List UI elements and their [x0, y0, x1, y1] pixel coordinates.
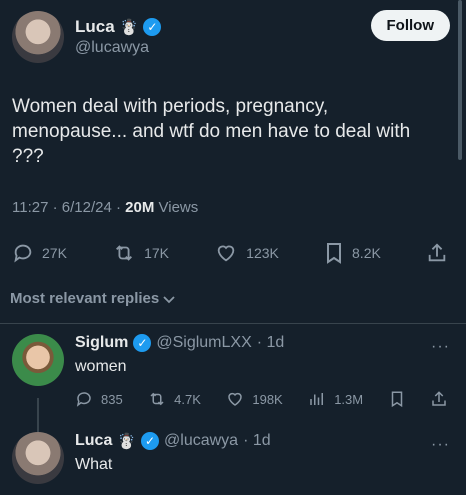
- post-text: Women deal with periods, pregnancy, meno…: [12, 96, 411, 167]
- bookmark-button[interactable]: 8.2K: [324, 241, 381, 265]
- share-button[interactable]: [426, 241, 448, 265]
- post-timestamp[interactable]: 11:27 · 6/12/24 ·: [12, 199, 125, 216]
- like-button[interactable]: 198K: [226, 390, 283, 408]
- post-meta: 11:27 · 6/12/24 · 20M Views: [12, 199, 454, 216]
- bookmark-icon: [324, 241, 344, 265]
- bookmark-button[interactable]: [389, 390, 405, 408]
- repost-button[interactable]: 17K: [112, 242, 169, 264]
- heart-icon: [226, 390, 244, 408]
- share-button[interactable]: [430, 390, 448, 408]
- views-count: 1.3M: [334, 391, 364, 407]
- author-name[interactable]: Luca: [75, 17, 115, 37]
- reply-age: · 1d: [256, 334, 285, 351]
- reply-icon: [75, 390, 93, 408]
- chevron-down-icon: [162, 292, 176, 306]
- reply-icon: [12, 242, 34, 264]
- sort-label: Most relevant replies: [10, 290, 160, 307]
- reply-count: 27K: [42, 245, 67, 261]
- reply-age: · 1d: [243, 432, 271, 449]
- repost-count: 17K: [144, 245, 169, 261]
- reply-author-name[interactable]: Luca: [75, 432, 112, 450]
- reply-text: women: [75, 358, 127, 375]
- reply-author-handle[interactable]: @SiglumLXX: [156, 334, 251, 352]
- like-button[interactable]: 123K: [214, 242, 279, 264]
- post-actions: 27K 17K 123K 8.2K: [12, 236, 454, 270]
- bookmark-icon: [389, 390, 405, 408]
- reply-actions: 835 4.7K 198K 1.3M: [75, 390, 454, 408]
- like-count: 198K: [252, 391, 283, 407]
- verified-icon: ✓: [133, 334, 152, 352]
- views-label: Views: [158, 199, 199, 216]
- share-icon: [430, 390, 448, 408]
- reply-avatar[interactable]: [12, 334, 64, 386]
- verified-icon: ✓: [141, 432, 160, 450]
- reply-item[interactable]: Siglum ✓ @SiglumLXX · 1d women 835 4.7K: [0, 324, 466, 460]
- repost-icon: [148, 390, 166, 408]
- reply-button[interactable]: 27K: [12, 242, 67, 264]
- author-handle[interactable]: @lucawya: [75, 39, 161, 57]
- more-options-icon[interactable]: ···: [431, 338, 450, 356]
- views-count: 20M: [125, 199, 155, 216]
- reply-avatar[interactable]: [12, 432, 64, 484]
- verified-icon: ✓: [143, 18, 162, 36]
- author-avatar[interactable]: [12, 11, 64, 63]
- reply-author-handle[interactable]: @lucawya: [164, 432, 238, 450]
- share-icon: [426, 241, 448, 265]
- snowman-icon: ☃️: [119, 19, 139, 36]
- main-post: Luca ☃️ ✓ @lucawya Follow Women deal wit…: [0, 0, 466, 270]
- reply-item[interactable]: Luca ☃️ ✓ @lucawya · 1d What ···: [0, 422, 466, 484]
- heart-icon: [214, 242, 238, 264]
- reply-count: 835: [101, 391, 123, 407]
- views-button[interactable]: 1.3M: [308, 390, 363, 408]
- reply-author-name[interactable]: Siglum: [75, 334, 128, 352]
- snowman-icon: ☃️: [117, 433, 137, 450]
- reply-text: What: [75, 456, 113, 473]
- scrollbar[interactable]: [458, 0, 462, 160]
- follow-button[interactable]: Follow: [370, 10, 450, 41]
- bookmark-count: 8.2K: [352, 245, 381, 261]
- analytics-icon: [308, 390, 326, 408]
- more-options-icon[interactable]: ···: [431, 436, 450, 454]
- reply-button[interactable]: 835: [75, 390, 123, 408]
- sort-replies-toggle[interactable]: Most relevant replies: [0, 290, 466, 307]
- like-count: 123K: [246, 245, 279, 261]
- repost-icon: [112, 242, 136, 264]
- repost-count: 4.7K: [174, 391, 201, 407]
- repost-button[interactable]: 4.7K: [148, 390, 201, 408]
